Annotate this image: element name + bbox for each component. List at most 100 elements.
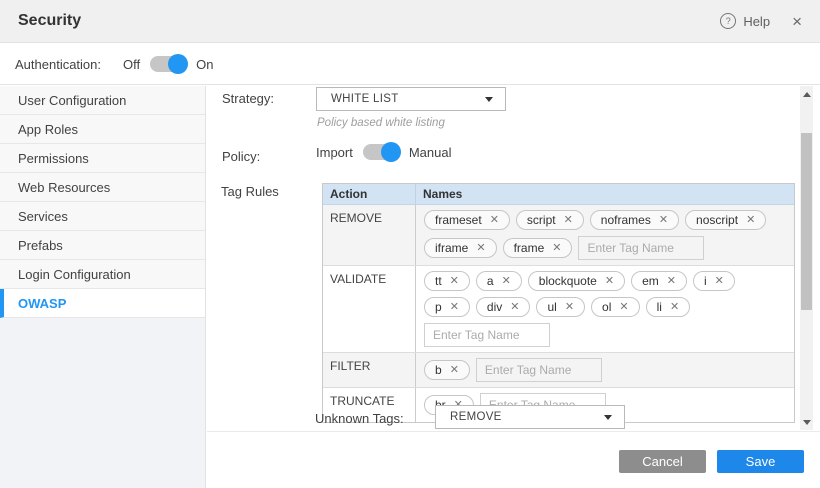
tag-chip-label: i <box>704 274 707 288</box>
sidebar-item-label: Permissions <box>18 151 89 166</box>
remove-tag-icon[interactable]: ✕ <box>564 215 573 226</box>
tag-chip-label: ol <box>602 300 611 314</box>
remove-tag-icon[interactable]: ✕ <box>746 215 755 226</box>
sidebar-item-user-configuration[interactable]: User Configuration <box>0 86 205 115</box>
auth-on-label: On <box>196 57 213 72</box>
sidebar-item-label: Services <box>18 209 68 224</box>
help-icon: ? <box>720 13 736 29</box>
security-dialog: Security ? Help × Authentication: Off On… <box>0 0 820 488</box>
remove-tag-icon[interactable]: ✕ <box>670 302 679 313</box>
tag-chip-label: ul <box>547 300 556 314</box>
help-button[interactable]: ? Help <box>720 13 770 29</box>
scroll-down-icon[interactable] <box>800 416 813 428</box>
remove-tag-icon[interactable]: ✕ <box>565 302 574 313</box>
tag-rule-row: FILTER b ✕ <box>323 353 794 388</box>
authentication-bar: Authentication: Off On <box>0 44 820 85</box>
policy-import-label: Import <box>316 145 353 160</box>
tag-chip-label: p <box>435 300 442 314</box>
tag-chip-label: iframe <box>435 241 468 255</box>
remove-tag-icon[interactable]: ✕ <box>510 302 519 313</box>
remove-tag-icon[interactable]: ✕ <box>659 215 668 226</box>
tag-rules-label: Tag Rules <box>221 184 279 199</box>
sidebar-item-services[interactable]: Services <box>0 202 205 231</box>
save-button[interactable]: Save <box>717 450 804 473</box>
tag-chip-label: div <box>487 300 502 314</box>
tag-rule-row: REMOVE frameset ✕ script ✕ noframes ✕ no… <box>323 205 794 266</box>
close-icon[interactable]: × <box>792 13 802 30</box>
scroll-up-icon[interactable] <box>800 88 813 100</box>
sidebar-nav: User Configuration App Roles Permissions… <box>0 86 206 488</box>
tag-chip: div ✕ <box>476 297 531 317</box>
tag-chip-label: noscript <box>696 213 738 227</box>
tag-rule-row: VALIDATE tt ✕ a ✕ blockquote ✕ em ✕ i ✕ … <box>323 266 794 353</box>
strategy-select[interactable]: WHITE LIST <box>316 87 506 111</box>
unknown-tags-select[interactable]: REMOVE <box>435 405 625 429</box>
remove-tag-icon[interactable]: ✕ <box>450 276 459 287</box>
remove-tag-icon[interactable]: ✕ <box>476 243 485 254</box>
sidebar-item-owasp[interactable]: OWASP <box>0 289 205 318</box>
auth-off-label: Off <box>123 57 140 72</box>
sidebar-item-permissions[interactable]: Permissions <box>0 144 205 173</box>
rule-names-cell: frameset ✕ script ✕ noframes ✕ noscript … <box>416 205 794 265</box>
rule-action-label: REMOVE <box>323 205 416 265</box>
tag-chip-label: frame <box>514 241 545 255</box>
tag-name-input[interactable] <box>476 358 602 382</box>
tag-chip: noframes ✕ <box>590 210 679 230</box>
page-title: Security <box>18 12 81 30</box>
remove-tag-icon[interactable]: ✕ <box>552 243 561 254</box>
unknown-tags-label: Unknown Tags: <box>315 411 404 426</box>
strategy-label: Strategy: <box>222 91 274 106</box>
tag-chip: ol ✕ <box>591 297 640 317</box>
sidebar-item-app-roles[interactable]: App Roles <box>0 115 205 144</box>
cancel-button[interactable]: Cancel <box>619 450 706 473</box>
authentication-toggle[interactable] <box>150 56 186 72</box>
tag-chip-label: em <box>642 274 659 288</box>
tag-chip: a ✕ <box>476 271 522 291</box>
column-header-names: Names <box>416 187 794 201</box>
sidebar-item-label: Prefabs <box>18 238 63 253</box>
strategy-hint: Policy based white listing <box>317 117 445 129</box>
tag-chip: ul ✕ <box>536 297 585 317</box>
remove-tag-icon[interactable]: ✕ <box>502 276 511 287</box>
tag-chip-label: tt <box>435 274 442 288</box>
tag-chip: em ✕ <box>631 271 687 291</box>
remove-tag-icon[interactable]: ✕ <box>667 276 676 287</box>
footer-bar: Cancel Save <box>207 431 820 488</box>
tag-chip: li ✕ <box>646 297 691 317</box>
sidebar-item-web-resources[interactable]: Web Resources <box>0 173 205 202</box>
chevron-down-icon <box>604 415 612 420</box>
column-header-action: Action <box>323 184 416 204</box>
tag-name-input[interactable] <box>578 236 704 260</box>
sidebar-item-label: OWASP <box>18 296 66 311</box>
titlebar-actions: ? Help × <box>720 13 802 30</box>
tag-chip: frame ✕ <box>503 238 573 258</box>
tag-chip: script ✕ <box>516 210 584 230</box>
policy-label: Policy: <box>222 149 260 164</box>
tag-name-input[interactable] <box>424 323 550 347</box>
tag-chip: blockquote ✕ <box>528 271 625 291</box>
remove-tag-icon[interactable]: ✕ <box>450 365 459 376</box>
sidebar-item-prefabs[interactable]: Prefabs <box>0 231 205 260</box>
tag-chip: i ✕ <box>693 271 735 291</box>
help-label: Help <box>743 14 770 29</box>
scrollbar-thumb[interactable] <box>801 133 812 310</box>
policy-toggle[interactable] <box>363 144 399 160</box>
toggle-knob <box>168 54 188 74</box>
tag-chip: iframe ✕ <box>424 238 497 258</box>
remove-tag-icon[interactable]: ✕ <box>619 302 628 313</box>
remove-tag-icon[interactable]: ✕ <box>490 215 499 226</box>
strategy-value: WHITE LIST <box>331 93 399 105</box>
tag-chip: tt ✕ <box>424 271 470 291</box>
tag-chip-label: b <box>435 363 442 377</box>
remove-tag-icon[interactable]: ✕ <box>715 276 724 287</box>
remove-tag-icon[interactable]: ✕ <box>450 302 459 313</box>
tag-chip: b ✕ <box>424 360 470 380</box>
remove-tag-icon[interactable]: ✕ <box>605 276 614 287</box>
vertical-scrollbar[interactable] <box>800 86 813 430</box>
rule-names-cell: tt ✕ a ✕ blockquote ✕ em ✕ i ✕ p ✕ div ✕… <box>416 266 794 352</box>
sidebar-item-label: Web Resources <box>18 180 110 195</box>
tag-chip-label: script <box>527 213 556 227</box>
title-bar: Security ? Help × <box>0 0 820 43</box>
chevron-down-icon <box>485 97 493 102</box>
sidebar-item-login-configuration[interactable]: Login Configuration <box>0 260 205 289</box>
